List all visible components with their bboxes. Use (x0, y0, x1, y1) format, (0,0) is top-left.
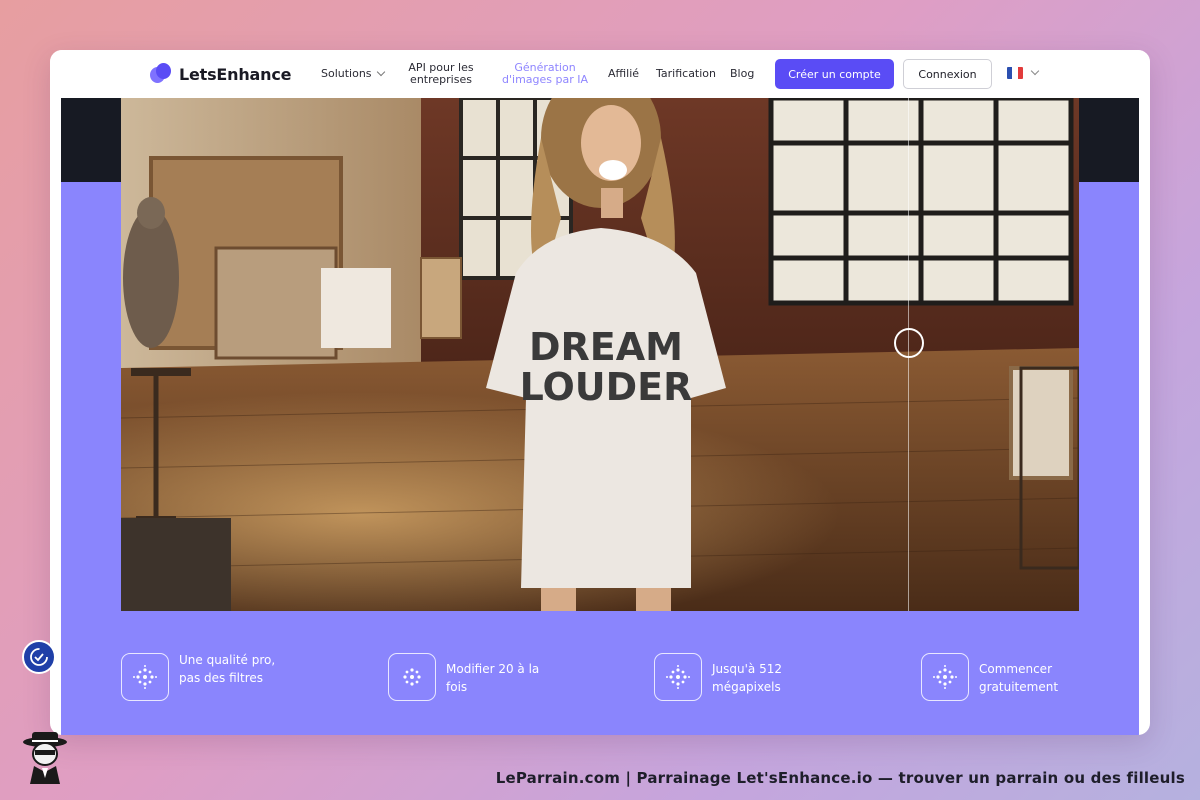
feature-text: Commencer gratuitement (979, 662, 1059, 694)
nav-api[interactable]: API pour les entreprises (406, 62, 476, 86)
dots-circle-icon (654, 653, 702, 701)
brand-logo[interactable]: LetsEnhance (150, 63, 291, 85)
feature-text: Une qualité pro, pas des filtres (179, 653, 276, 685)
logo-mark-icon (150, 63, 172, 85)
shirt-line2: LOUDER (520, 365, 693, 409)
nav-gen-line2: d'images par IA (502, 73, 589, 86)
browser-window: LetsEnhance Solutions API pour les entre… (50, 50, 1150, 735)
france-flag-icon (1007, 67, 1023, 79)
feature-free-start[interactable]: Commencer gratuitement (921, 653, 1079, 701)
nav-solutions-label: Solutions (321, 67, 372, 80)
nav-affiliate[interactable]: Affilié (608, 68, 639, 80)
feature-text: Jusqu'à 512 mégapixels (712, 662, 782, 694)
comparison-slider-handle[interactable] (894, 328, 924, 358)
nav-api-line2: entreprises (410, 73, 472, 86)
dots-circle-icon (121, 653, 169, 701)
nav-blog[interactable]: Blog (730, 68, 754, 80)
nav-image-generation[interactable]: Génération d'images par IA (502, 62, 588, 86)
before-after-photo[interactable]: DREAM LOUDER (121, 98, 1079, 611)
top-navigation: LetsEnhance Solutions API pour les entre… (50, 50, 1150, 98)
feature-megapixels: Jusqu'à 512 mégapixels (654, 653, 812, 701)
studio-photo-illustration: DREAM LOUDER (121, 98, 1079, 611)
accessibility-icon (30, 648, 48, 666)
hero-section: DREAM LOUDER Une qualité pro, pas des fi… (61, 98, 1139, 735)
dots-circle-icon (921, 653, 969, 701)
footer-caption: LeParrain.com | Parrainage Let'sEnhance.… (495, 769, 1185, 787)
login-button[interactable]: Connexion (903, 59, 992, 89)
feature-pro-quality: Une qualité pro, pas des filtres (121, 653, 279, 701)
chevron-down-icon (1030, 66, 1040, 76)
spy-mascot-logo (23, 732, 67, 784)
signup-button[interactable]: Créer un compte (775, 59, 894, 89)
chevron-down-icon (376, 67, 385, 77)
nav-solutions[interactable]: Solutions (321, 67, 385, 80)
feature-batch-edit: Modifier 20 à la fois (388, 653, 546, 701)
accessibility-button[interactable] (22, 640, 56, 674)
feature-text: Modifier 20 à la fois (446, 662, 540, 694)
dots-circle-icon (388, 653, 436, 701)
shirt-line1: DREAM (529, 325, 683, 369)
language-selector[interactable] (1007, 66, 1040, 79)
nav-pricing[interactable]: Tarification (656, 68, 716, 80)
brand-name: LetsEnhance (179, 64, 292, 84)
